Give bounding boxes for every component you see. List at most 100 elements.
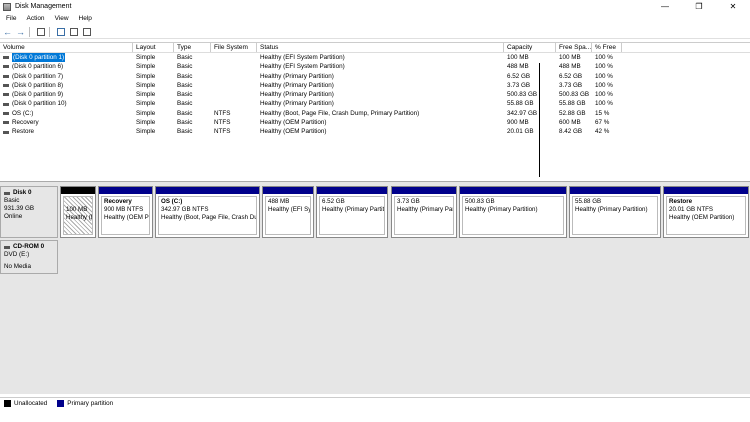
partition-status: Healthy (OEM Partition) xyxy=(669,214,735,221)
partition-block[interactable]: OS (C:) 342.97 GB NTFS Healthy (Boot, Page… xyxy=(155,186,260,238)
volume-cell-pct: 100 % xyxy=(595,72,613,80)
column-header-file-system[interactable]: File System xyxy=(211,43,257,52)
volume-row[interactable]: (Disk 0 partition 1) Simple Basic Healthy (… xyxy=(0,53,750,63)
properties-icon[interactable] xyxy=(68,26,79,37)
legend-bar: Unallocated Primary partition xyxy=(0,397,750,409)
volume-row[interactable]: (Disk 0 partition 8) Simple Basic Healthy (… xyxy=(0,81,750,90)
minimize-button[interactable]: — xyxy=(648,0,682,13)
volume-list[interactable]: Volume Layout Type File System Status Ca… xyxy=(0,42,750,178)
hard-disk-icon xyxy=(4,191,10,195)
volume-cell-pct: 100 % xyxy=(595,100,613,108)
volume-icon xyxy=(3,111,9,115)
volume-row[interactable]: OS (C:) Simple Basic NTFS Healthy (Boot, Pag… xyxy=(0,109,750,118)
volume-icon xyxy=(3,56,9,60)
partition-size: 20.01 GB NTFS xyxy=(669,206,714,213)
volume-cell-pct: 100 % xyxy=(595,91,613,99)
close-button[interactable]: ✕ xyxy=(716,0,750,13)
menu-view[interactable]: View xyxy=(55,15,69,22)
volume-cell-status: Healthy (EFI System Partition) xyxy=(260,63,345,71)
volume-row[interactable]: (Disk 0 partition 9) Simple Basic Healthy (… xyxy=(0,90,750,99)
volume-cell-fs: NTFS xyxy=(214,119,231,127)
volume-cell-layout: Simple xyxy=(136,63,156,71)
partition-block[interactable]: 100 MB Healthy (E xyxy=(60,186,96,238)
cdrom-0-label[interactable]: CD-ROM 0 DVD (E:) No Media xyxy=(0,240,58,274)
restore-button[interactable]: ❐ xyxy=(682,0,716,13)
toolbar: ← → xyxy=(0,25,750,39)
volume-row[interactable]: Restore Simple Basic NTFS Healthy (OEM Parti… xyxy=(0,127,750,136)
partition-size: 3.73 GB xyxy=(397,198,420,205)
partition-body: 6.52 GB Healthy (Primary Partit xyxy=(319,196,385,235)
title-bar: Disk Management — ❐ ✕ xyxy=(0,0,750,13)
volume-cell-capacity: 6.52 GB xyxy=(507,72,531,80)
column-header-status[interactable]: Status xyxy=(257,43,504,52)
partition-block[interactable]: 488 MB Healthy (EFI Sy xyxy=(262,186,314,238)
unallocated-swatch xyxy=(4,400,11,407)
partition-status: Healthy (Primary Partition) xyxy=(465,206,538,213)
menu-action[interactable]: Action xyxy=(26,15,44,22)
partition-block[interactable]: 3.73 GB Healthy (Primary Partit xyxy=(391,186,457,238)
partition-size: 6.52 GB xyxy=(322,198,345,205)
volume-cell-fs: NTFS xyxy=(214,128,231,136)
partition-status: Healthy (EFI Sy xyxy=(268,206,311,213)
partition-bar xyxy=(664,187,748,194)
volume-cell-fs xyxy=(211,99,257,108)
volume-label: (Disk 0 partition 7) xyxy=(12,72,64,80)
back-arrow-icon[interactable]: ← xyxy=(2,26,13,37)
partition-size: 900 MB NTFS xyxy=(104,206,144,213)
volume-cell-type: Basic xyxy=(177,100,193,108)
volume-icon xyxy=(3,102,9,106)
volume-row[interactable]: Recovery Simple Basic NTFS Healthy (OEM Part… xyxy=(0,118,750,127)
partition-size: 55.88 GB xyxy=(575,198,602,205)
volume-cell-fs: NTFS xyxy=(214,109,231,117)
partition-block[interactable]: Recovery 900 MB NTFS Healthy (OEM Pa xyxy=(98,186,153,238)
forward-arrow-icon[interactable]: → xyxy=(15,26,26,37)
partition-bar xyxy=(99,187,152,194)
partition-status: Healthy (Primary Partit xyxy=(397,206,454,213)
cdrom-type: DVD (E:) xyxy=(4,251,30,258)
volume-list-header: Volume Layout Type File System Status Ca… xyxy=(0,43,750,53)
volume-cell-volume: (Disk 0 partition 10) xyxy=(0,99,133,108)
volume-row[interactable]: (Disk 0 partition 6) Simple Basic Healthy (… xyxy=(0,62,750,71)
partition-block[interactable]: 6.52 GB Healthy (Primary Partit xyxy=(316,186,388,238)
volume-cell-capacity: 342.97 GB xyxy=(507,109,538,117)
partition-block[interactable]: 55.88 GB Healthy (Primary Partition) xyxy=(569,186,661,238)
column-header-free-space[interactable]: Free Spa... xyxy=(556,43,592,52)
volume-cell-free: 55.88 GB xyxy=(559,100,586,108)
column-header-layout[interactable]: Layout xyxy=(133,43,174,52)
menu-help[interactable]: Help xyxy=(79,15,92,22)
volume-cell-free: 100 MB xyxy=(559,54,581,61)
volume-cell-status: Healthy (EFI System Partition) xyxy=(260,54,345,61)
volume-cell-fs xyxy=(211,81,257,90)
menu-file[interactable]: File xyxy=(6,15,16,22)
column-header-percent-free[interactable]: % Free xyxy=(592,43,622,52)
volume-cell-type: Basic xyxy=(177,63,193,71)
partition-bar xyxy=(460,187,566,194)
cdrom-empty-area xyxy=(58,240,750,292)
volume-cell-volume: OS (C:) xyxy=(0,109,133,118)
volume-row[interactable]: (Disk 0 partition 7) Simple Basic Healthy (… xyxy=(0,72,750,81)
volume-cell-pct: 100 % xyxy=(595,63,613,71)
volume-row[interactable]: (Disk 0 partition 10) Simple Basic Healthy … xyxy=(0,99,750,108)
volume-cell-capacity: 488 MB xyxy=(507,63,529,71)
console-icon[interactable] xyxy=(81,26,92,37)
volume-cell-capacity: 100 MB xyxy=(507,54,529,61)
help-icon[interactable] xyxy=(55,26,66,37)
volume-cell-status: Healthy (OEM Partition) xyxy=(260,119,327,127)
partition-block[interactable]: 500.83 GB Healthy (Primary Partition) xyxy=(459,186,567,238)
cd-drive-icon xyxy=(4,245,10,249)
volume-cell-type: Basic xyxy=(177,128,193,136)
partition-body: 55.88 GB Healthy (Primary Partition) xyxy=(572,196,658,235)
partition-block[interactable]: Restore 20.01 GB NTFS Healthy (OEM Partiti… xyxy=(663,186,749,238)
column-header-volume[interactable]: Volume xyxy=(0,43,133,52)
volume-label: (Disk 0 partition 8) xyxy=(12,81,64,89)
column-header-capacity[interactable]: Capacity xyxy=(504,43,556,52)
volume-cell-free: 3.73 GB xyxy=(559,81,583,89)
disk-0-label[interactable]: Disk 0 Basic 931.39 GB Online xyxy=(0,186,58,238)
volume-cell-fs xyxy=(211,90,257,99)
column-header-type[interactable]: Type xyxy=(174,43,211,52)
grid-view-icon[interactable] xyxy=(35,26,46,37)
volume-label: (Disk 0 partition 9) xyxy=(12,91,64,99)
disk-0-row: Disk 0 Basic 931.39 GB Online 100 MB Heal… xyxy=(0,186,750,238)
volume-cell-fs xyxy=(211,53,257,62)
volume-cell-volume: Recovery xyxy=(0,118,133,127)
